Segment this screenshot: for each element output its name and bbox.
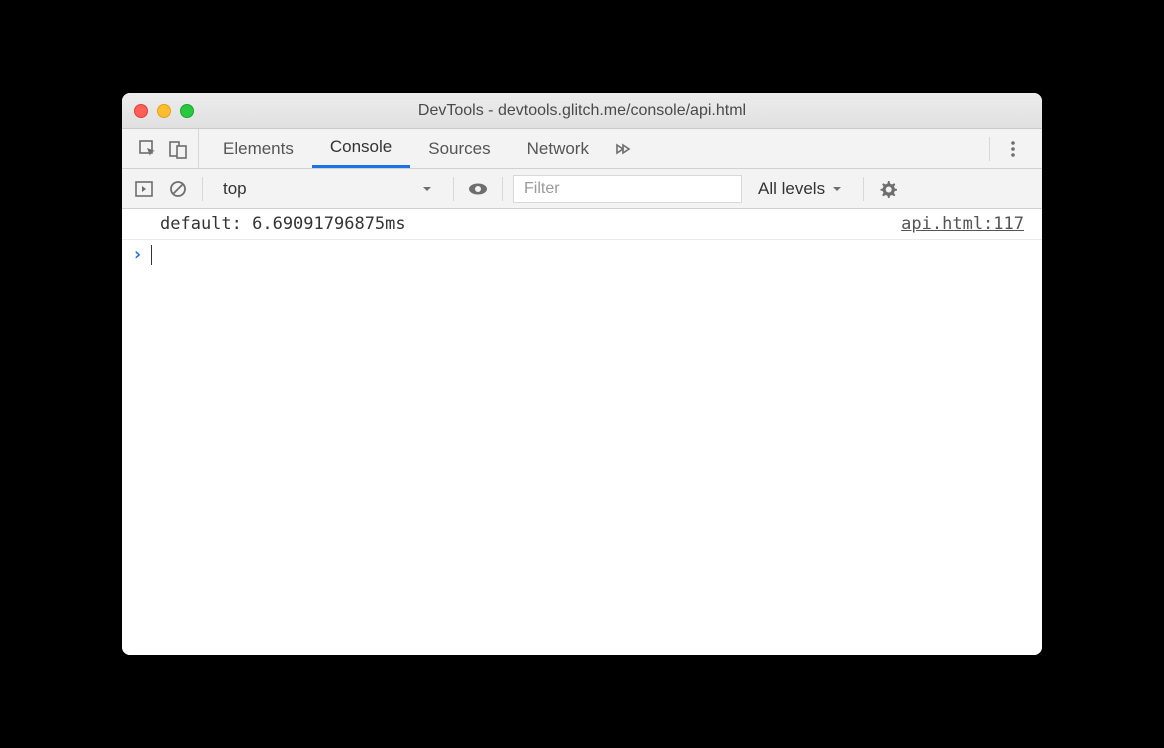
- divider: [202, 177, 203, 201]
- minimize-button[interactable]: [157, 104, 171, 118]
- tabbar-right: [977, 129, 1036, 168]
- tab-elements[interactable]: Elements: [205, 129, 312, 168]
- close-button[interactable]: [134, 104, 148, 118]
- tabs: Elements Console Sources Network: [199, 129, 977, 168]
- divider: [989, 137, 990, 161]
- prompt-caret-icon: ›: [132, 244, 143, 265]
- clear-console-icon[interactable]: [164, 175, 192, 203]
- tab-network[interactable]: Network: [509, 129, 607, 168]
- inspect-element-icon[interactable]: [138, 139, 158, 159]
- toggle-sidebar-icon[interactable]: [130, 175, 158, 203]
- filter-input[interactable]: [513, 175, 742, 203]
- devtools-window: DevTools - devtools.glitch.me/console/ap…: [122, 93, 1042, 655]
- log-source-link[interactable]: api.html:117: [901, 214, 1024, 234]
- live-expression-icon[interactable]: [464, 175, 492, 203]
- tab-console[interactable]: Console: [312, 129, 410, 168]
- maximize-button[interactable]: [180, 104, 194, 118]
- levels-label: All levels: [758, 179, 825, 199]
- window-title: DevTools - devtools.glitch.me/console/ap…: [134, 102, 1030, 120]
- tab-sources[interactable]: Sources: [410, 129, 508, 168]
- tabbar: Elements Console Sources Network: [122, 129, 1042, 169]
- traffic-lights: [134, 104, 194, 118]
- device-toolbar-icon[interactable]: [168, 139, 188, 159]
- text-cursor: [151, 245, 152, 265]
- console-settings-icon[interactable]: [874, 175, 902, 203]
- divider: [502, 177, 503, 201]
- dropdown-caret-icon: [421, 183, 433, 195]
- log-levels-selector[interactable]: All levels: [748, 179, 853, 199]
- divider: [453, 177, 454, 201]
- log-entry: default: 6.69091796875ms api.html:117: [122, 209, 1042, 240]
- context-value: top: [223, 179, 247, 199]
- titlebar: DevTools - devtools.glitch.me/console/ap…: [122, 93, 1042, 129]
- tabbar-left-icons: [128, 129, 199, 168]
- more-options-button[interactable]: [998, 129, 1028, 168]
- console-output: default: 6.69091796875ms api.html:117 ›: [122, 209, 1042, 655]
- log-message: default: 6.69091796875ms: [160, 214, 406, 234]
- dropdown-caret-icon: [831, 183, 843, 195]
- console-prompt[interactable]: ›: [122, 240, 1042, 269]
- tabs-overflow-button[interactable]: [607, 129, 637, 168]
- context-selector[interactable]: top: [213, 175, 443, 203]
- divider: [863, 177, 864, 201]
- console-filterbar: top All levels: [122, 169, 1042, 209]
